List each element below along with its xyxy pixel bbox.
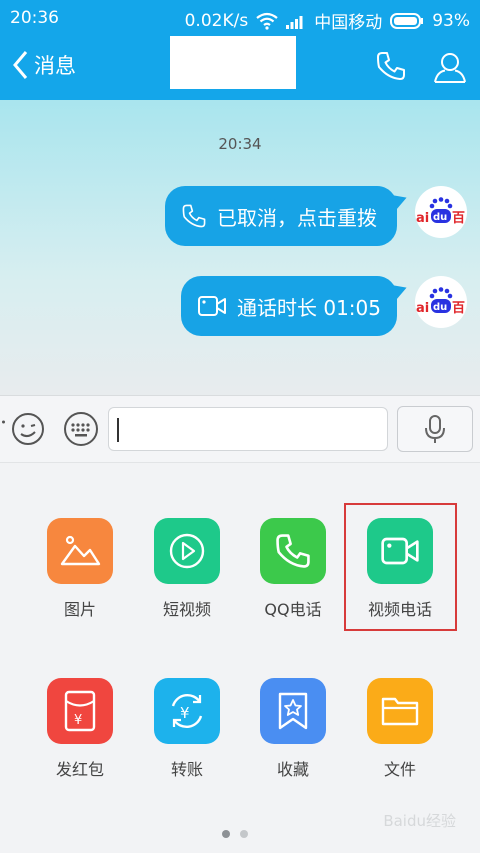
keyboard-toggle-button[interactable] — [63, 410, 99, 452]
tool-label: 收藏 — [276, 760, 309, 779]
message-text: 已取消，点击重拨 — [217, 205, 377, 230]
avatar[interactable]: ai du 百 — [415, 186, 467, 238]
tool-file[interactable]: 文件 — [350, 678, 450, 780]
page-dot[interactable] — [240, 830, 248, 838]
svg-text:du: du — [433, 302, 447, 313]
more-tools-panel: 图片 短视频 QQ电话 视频电话 ¥ 发红包 ¥ 转账 收藏 文件 Baidu经… — [0, 463, 480, 853]
baidu-logo-icon: ai du 百 — [416, 287, 465, 316]
battery-icon — [390, 12, 424, 29]
voice-input-button[interactable] — [397, 406, 473, 452]
svg-text:du: du — [433, 212, 447, 223]
call-cancelled-message[interactable]: 已取消，点击重拨 — [165, 186, 397, 246]
tool-red-packet[interactable]: ¥ 发红包 — [30, 678, 130, 780]
svg-text:百: 百 — [452, 211, 465, 226]
folder-icon — [367, 678, 433, 744]
top-bar: 20:36 0.02K/s 中国移动 93% 消息 — [0, 0, 480, 100]
emoji-icon — [2, 413, 44, 445]
red-packet-icon: ¥ — [47, 678, 113, 744]
tool-label: 发红包 — [55, 760, 104, 779]
tool-label: 短视频 — [162, 600, 211, 619]
message-text: 通话时长 01:05 — [237, 295, 381, 320]
status-bar: 20:36 0.02K/s 中国移动 93% — [0, 0, 480, 36]
svg-text:ai: ai — [416, 211, 429, 226]
chevron-left-icon — [13, 51, 28, 79]
call-duration-message[interactable]: 通话时长 01:05 — [181, 276, 397, 336]
tool-transfer[interactable]: ¥ 转账 — [137, 678, 237, 780]
network-speed: 0.02K/s — [184, 10, 249, 31]
page-indicator — [222, 830, 248, 838]
highlight-box — [344, 503, 457, 631]
message-timestamp: 20:34 — [218, 135, 262, 153]
signal-icon — [286, 13, 306, 29]
watermark: Baidu经验 — [383, 812, 456, 830]
play-icon — [154, 518, 220, 584]
message-input[interactable] — [108, 407, 388, 451]
tool-short-video[interactable]: 短视频 — [137, 518, 237, 620]
microphone-icon — [425, 415, 445, 443]
back-label: 消息 — [34, 54, 76, 78]
chat-area: 20:34 已取消，点击重拨 ai du 百 通话时长 01:05 ai du … — [0, 100, 480, 395]
tool-label: 图片 — [63, 600, 96, 619]
svg-text:ai: ai — [416, 301, 429, 316]
video-camera-icon — [198, 296, 226, 316]
page-dot-active[interactable] — [222, 830, 230, 838]
contact-name-title — [170, 36, 296, 89]
svg-text:¥: ¥ — [180, 704, 190, 722]
image-icon — [47, 518, 113, 584]
tool-favorites[interactable]: 收藏 — [243, 678, 343, 780]
phone-icon — [377, 52, 405, 80]
back-button[interactable]: 消息 — [12, 50, 76, 80]
phone-icon — [260, 518, 326, 584]
contact-profile-button[interactable] — [433, 50, 467, 88]
svg-text:百: 百 — [452, 301, 465, 316]
tool-image[interactable]: 图片 — [30, 518, 130, 620]
tool-label: 文件 — [383, 760, 416, 779]
title-bar: 消息 — [0, 36, 480, 100]
avatar[interactable]: ai du 百 — [415, 276, 467, 328]
tool-label: QQ电话 — [264, 600, 322, 619]
keyboard-icon — [64, 412, 98, 446]
carrier-name: 中国移动 — [314, 13, 383, 33]
wifi-icon — [256, 12, 278, 30]
status-time: 20:36 — [10, 8, 59, 28]
emoji-button[interactable] — [2, 410, 46, 452]
input-bar — [0, 395, 480, 463]
tool-label: 转账 — [170, 760, 203, 779]
text-caret — [117, 418, 119, 442]
tool-qq-call[interactable]: QQ电话 — [243, 518, 343, 620]
svg-text:¥: ¥ — [74, 713, 82, 728]
phone-icon — [182, 204, 206, 228]
favorite-icon — [260, 678, 326, 744]
transfer-icon: ¥ — [154, 678, 220, 744]
baidu-logo-icon: ai du 百 — [416, 197, 465, 226]
battery-level: 93% — [432, 10, 470, 31]
phone-call-button[interactable] — [375, 50, 407, 86]
user-icon — [434, 53, 466, 83]
